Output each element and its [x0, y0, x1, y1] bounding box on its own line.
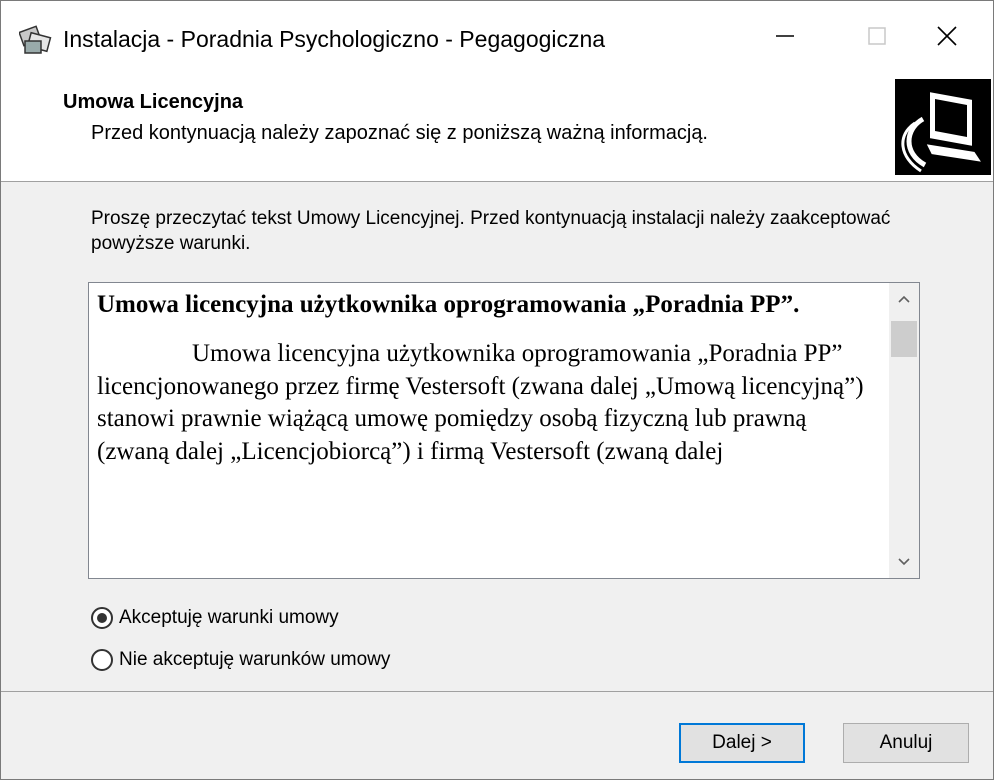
- chevron-down-icon: [897, 554, 911, 572]
- accept-radio-label[interactable]: Akceptuję warunki umowy: [119, 607, 339, 629]
- scroll-up-button[interactable]: [889, 285, 919, 315]
- footer-separator: [1, 691, 993, 692]
- installer-icon: [18, 23, 53, 57]
- page-title: Umowa Licencyjna: [63, 91, 244, 113]
- wizard-header: Umowa Licencyjna Przed kontynuacją należ…: [1, 75, 993, 182]
- installer-window: Instalacja - Poradnia Psychologiczno - P…: [0, 0, 994, 780]
- license-content: Umowa licencyjna użytkownika oprogramowa…: [97, 289, 883, 468]
- decline-radio-option[interactable]: Nie akceptuję warunków umowy: [91, 649, 390, 671]
- next-button[interactable]: Dalej >: [679, 723, 805, 763]
- title-bar[interactable]: Instalacja - Poradnia Psychologiczno - P…: [1, 1, 993, 75]
- cancel-button[interactable]: Anuluj: [843, 723, 969, 763]
- license-textbox[interactable]: Umowa licencyjna użytkownika oprogramowa…: [88, 282, 920, 579]
- computer-icon: [895, 79, 991, 175]
- license-title: Umowa licencyjna użytkownika oprogramowa…: [97, 291, 800, 318]
- scroll-thumb[interactable]: [891, 321, 917, 357]
- decline-radio-label[interactable]: Nie akceptuję warunków umowy: [119, 649, 390, 671]
- close-icon: [936, 25, 958, 52]
- accept-radio-option[interactable]: Akceptuję warunki umowy: [91, 607, 339, 629]
- minimize-icon: [774, 25, 796, 52]
- scroll-down-button[interactable]: [889, 548, 919, 578]
- intro-text: Proszę przeczytać tekst Umowy Licencyjne…: [91, 208, 891, 254]
- close-button[interactable]: [901, 1, 993, 75]
- license-body: Umowa licencyjna użytkownika oprogramowa…: [97, 340, 864, 465]
- window-title: Instalacja - Poradnia Psychologiczno - P…: [63, 26, 606, 52]
- chevron-up-icon: [897, 291, 911, 309]
- license-scrollbar[interactable]: [889, 283, 919, 578]
- accept-radio[interactable]: [91, 607, 113, 629]
- page-subtitle: Przed kontynuacją należy zapoznać się z …: [91, 122, 708, 144]
- decline-radio[interactable]: [91, 649, 113, 671]
- maximize-icon: [866, 25, 888, 52]
- minimize-button[interactable]: [739, 1, 831, 75]
